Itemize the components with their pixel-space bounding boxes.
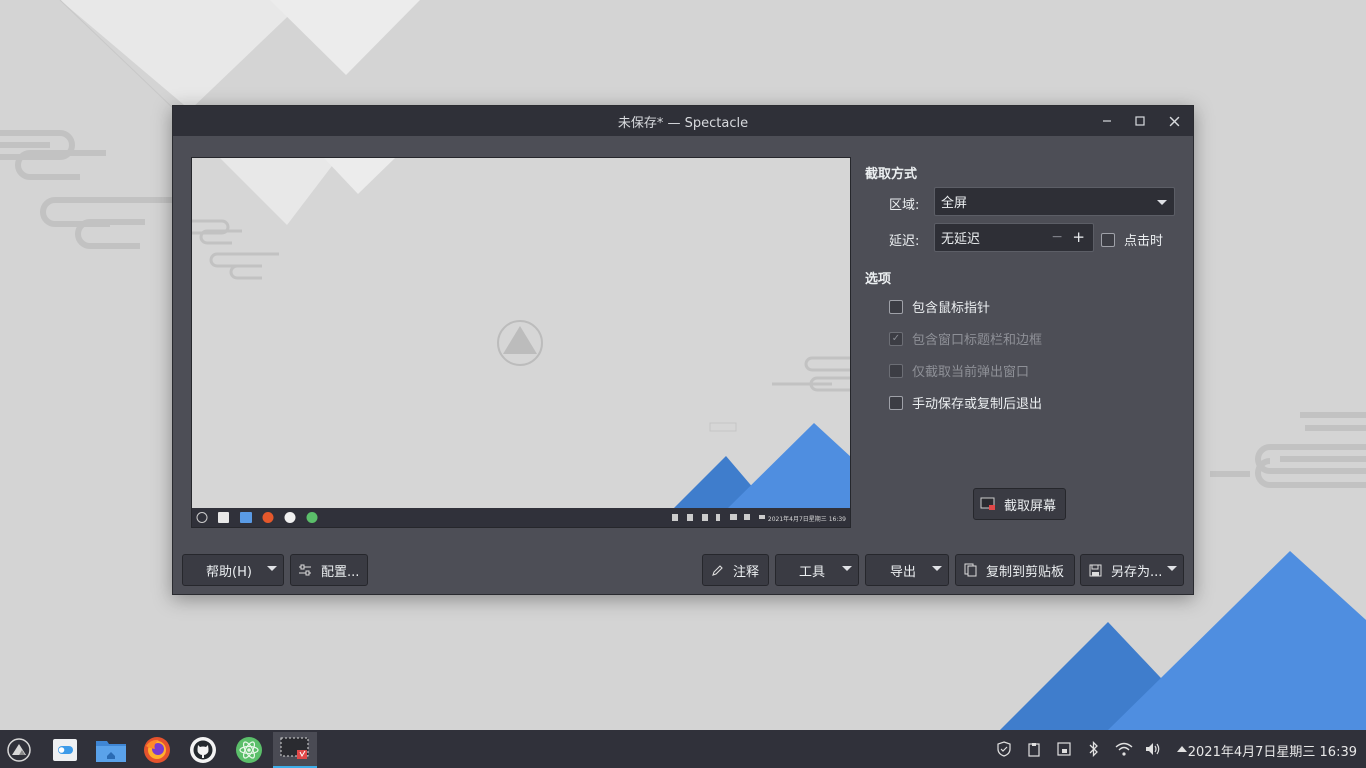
tools-button[interactable]: 工具 (775, 554, 859, 586)
annotate-label: 注释 (733, 564, 760, 580)
maximize-button[interactable] (1130, 111, 1150, 131)
options-heading: 选项 (865, 272, 892, 287)
screenshot-icon (980, 496, 996, 512)
screenshot-preview[interactable]: 2021年4月7日星期三 16:39 (191, 157, 851, 528)
preview-taskbar: 2021年4月7日星期三 16:39 (192, 508, 850, 527)
settings-sliders-icon (297, 562, 313, 578)
option-label: 手动保存或复制后退出 (912, 397, 1043, 412)
save-icon (1087, 562, 1103, 578)
option-label: 仅截取当前弹出窗口 (912, 365, 1030, 380)
atom-icon[interactable] (227, 732, 271, 768)
spectacle-icon[interactable] (273, 732, 317, 768)
minimize-button[interactable] (1097, 111, 1117, 131)
copy-icon (962, 562, 978, 578)
checkmark-icon: ✓ (889, 331, 903, 346)
checkbox-box (889, 395, 903, 410)
wifi-icon[interactable] (1115, 740, 1133, 758)
option-include-titlebar[interactable]: ✓ 包含窗口标题栏和边框 (889, 329, 1042, 348)
option-label: 包含窗口标题栏和边框 (912, 333, 1043, 348)
taskbar-clock[interactable]: 2021年4月7日星期三 16:39 (1188, 741, 1357, 760)
tools-label: 工具 (799, 564, 826, 580)
take-screenshot-button[interactable]: 截取屏幕 (973, 488, 1066, 520)
firefox-icon[interactable] (135, 732, 179, 768)
launcher-icon[interactable] (0, 732, 41, 768)
area-select-value: 全屏 (941, 196, 968, 211)
chevron-down-icon (267, 566, 277, 571)
window-title: 未保存* — Spectacle (617, 115, 749, 131)
file-manager-icon[interactable] (89, 732, 133, 768)
configure-label: 配置... (321, 564, 360, 580)
help-button[interactable]: 帮助(H) (182, 554, 284, 586)
checkbox-box (889, 363, 903, 378)
github-icon[interactable] (181, 732, 225, 768)
export-button[interactable]: 导出 (865, 554, 949, 586)
volume-icon[interactable] (1144, 740, 1162, 758)
export-label: 导出 (890, 564, 917, 580)
on-click-label: 点击时 (1124, 234, 1164, 249)
shield-icon[interactable] (995, 740, 1013, 758)
annotate-button[interactable]: 注释 (702, 554, 769, 586)
take-screenshot-label: 截取屏幕 (1004, 498, 1057, 514)
preview-clock: 2021年4月7日星期三 16:39 (767, 516, 846, 523)
configure-button[interactable]: 配置... (290, 554, 368, 586)
option-include-pointer[interactable]: 包含鼠标指针 (889, 297, 990, 316)
chevron-down-icon (1157, 200, 1167, 205)
device-icon[interactable] (1055, 740, 1073, 758)
checkbox-box (1101, 232, 1115, 247)
system-settings-icon[interactable] (43, 732, 87, 768)
copy-to-clipboard-label: 复制到剪贴板 (986, 564, 1065, 580)
option-label: 包含鼠标指针 (912, 301, 991, 316)
save-as-button[interactable]: 另存为... (1080, 554, 1184, 586)
pencil-icon (709, 562, 725, 578)
option-quit-after-save[interactable]: 手动保存或复制后退出 (889, 393, 1042, 412)
copy-to-clipboard-button[interactable]: 复制到剪贴板 (955, 554, 1075, 586)
delay-label: 延迟: (889, 234, 920, 249)
spectacle-window: 未保存* — Spectacle 2021年4月7日星期三 16:39 截取方式… (172, 105, 1194, 595)
capture-mode-heading: 截取方式 (865, 167, 918, 182)
close-button[interactable] (1164, 111, 1184, 131)
area-select[interactable]: 全屏 (934, 187, 1175, 216)
save-as-label: 另存为... (1111, 564, 1163, 580)
on-click-checkbox[interactable]: 点击时 (1101, 230, 1163, 249)
option-popup-only[interactable]: 仅截取当前弹出窗口 (889, 361, 1029, 380)
chevron-down-icon (932, 566, 942, 571)
chevron-down-icon (1167, 566, 1177, 571)
window-titlebar[interactable]: 未保存* — Spectacle (173, 106, 1193, 136)
chevron-down-icon (842, 566, 852, 571)
delay-value: 无延迟 (941, 232, 981, 247)
help-label: 帮助(H) (206, 564, 252, 580)
checkbox-box (889, 299, 903, 314)
bluetooth-icon[interactable] (1085, 740, 1103, 758)
decrement-icon[interactable]: − (1051, 229, 1063, 245)
clipboard-icon[interactable] (1025, 740, 1043, 758)
increment-icon[interactable]: + (1072, 228, 1085, 246)
taskbar: 2021年4月7日星期三 16:39 (0, 730, 1366, 768)
delay-spinbox[interactable]: 无延迟 − + (934, 223, 1094, 252)
area-label: 区域: (889, 198, 920, 213)
